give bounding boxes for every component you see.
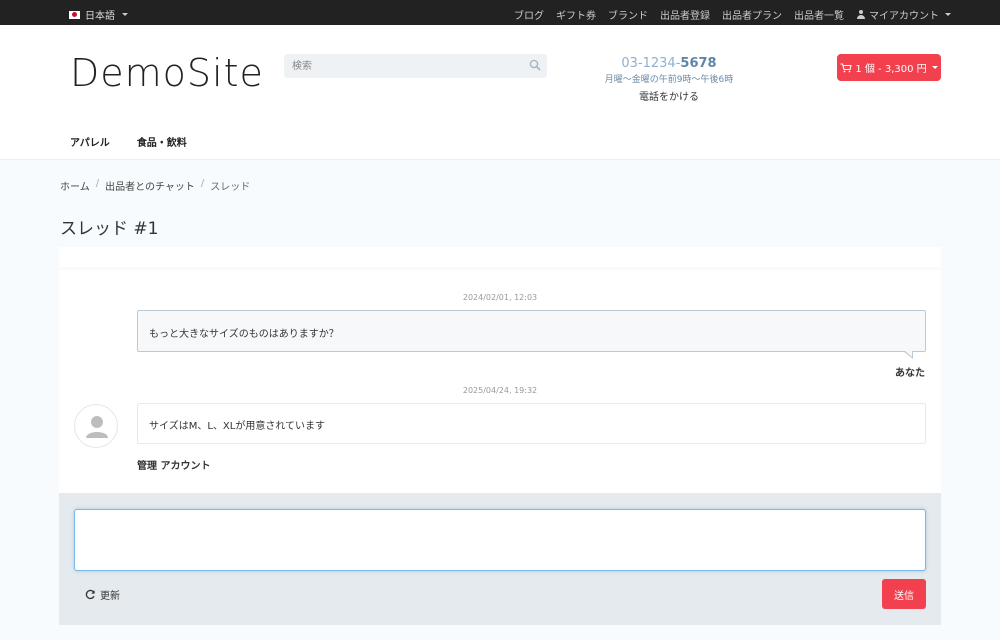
message-input[interactable]: [74, 509, 926, 571]
search-box: [284, 54, 547, 78]
message-timestamp: 2025/04/24, 19:32: [462, 386, 538, 395]
refresh-label: 更新: [100, 591, 120, 602]
cart-icon: [840, 62, 853, 72]
default-user-avatar-icon: [86, 416, 108, 438]
nav-item-apparel[interactable]: アパレル: [70, 134, 110, 149]
breadcrumb: ホーム / 出品者とのチャット / スレッド: [60, 178, 250, 193]
bubble-tail: [903, 350, 913, 359]
top-bar: 日本語 ブログ ギフト券 ブランド 出品者登録 出品者プラン 出品者一覧 マイア…: [0, 0, 1000, 25]
chevron-down-icon: [122, 13, 128, 16]
avatar: [74, 404, 118, 448]
call-link[interactable]: 電話をかける: [596, 88, 742, 103]
my-account-menu[interactable]: マイアカウント: [857, 7, 951, 22]
search-icon[interactable]: [529, 59, 541, 71]
site-header: DemoSite 03-1234-5678 月曜〜金曜の午前9時〜午後6時 電話…: [0, 25, 1000, 160]
top-link-seller-register[interactable]: 出品者登録: [660, 7, 710, 22]
breadcrumb-home[interactable]: ホーム: [60, 178, 90, 193]
message-author: あなた: [895, 368, 925, 379]
site-logo[interactable]: DemoSite: [70, 51, 264, 95]
cart-label: 1 個 - 3,300 円: [855, 64, 927, 75]
language-label: 日本語: [85, 11, 115, 22]
top-links: ブログ ギフト券 ブランド 出品者登録 出品者プラン 出品者一覧: [514, 7, 844, 22]
chevron-down-icon: [931, 66, 938, 69]
breadcrumb-seller-chat[interactable]: 出品者とのチャット: [105, 178, 195, 193]
refresh-button[interactable]: 更新: [85, 587, 120, 602]
search-input[interactable]: [284, 54, 514, 78]
breadcrumb-separator: /: [200, 178, 205, 189]
account-label: マイアカウント: [869, 11, 939, 22]
top-link-seller-plans[interactable]: 出品者プラン: [722, 7, 782, 22]
language-selector[interactable]: 日本語: [69, 7, 128, 22]
compose-area: 更新 送信: [59, 493, 941, 625]
chevron-down-icon: [945, 13, 951, 16]
user-icon: [857, 10, 865, 19]
phone-number[interactable]: 03-1234-5678: [596, 56, 742, 71]
business-hours: 月曜〜金曜の午前9時〜午後6時: [604, 75, 734, 85]
top-link-seller-list[interactable]: 出品者一覧: [794, 7, 844, 22]
cart-button[interactable]: 1 個 - 3,300 円: [837, 54, 941, 81]
message-text: もっと大きなサイズのものはありますか？: [149, 329, 339, 340]
message-bubble-other: サイズはM、L、XLが用意されています: [137, 403, 926, 444]
message-bubble-own: もっと大きなサイズのものはありますか？: [137, 310, 926, 359]
top-link-brands[interactable]: ブランド: [608, 7, 648, 22]
thread-panel-header: [59, 247, 941, 267]
top-link-gift-card[interactable]: ギフト券: [556, 7, 596, 22]
send-button[interactable]: 送信: [882, 579, 926, 609]
message-timestamp: 2024/02/01, 12:03: [462, 293, 538, 302]
page-title: スレッド #1: [60, 219, 159, 239]
message-author: 管理 アカウント: [137, 461, 211, 472]
message-text: サイズはM、L、XLが用意されています: [149, 421, 326, 432]
refresh-icon: [85, 589, 95, 600]
breadcrumb-separator: /: [95, 178, 100, 189]
nav-item-food-drink[interactable]: 食品・飲料: [137, 134, 187, 149]
phone-contact: 03-1234-5678 月曜〜金曜の午前9時〜午後6時 電話をかける: [596, 56, 742, 103]
top-link-blog[interactable]: ブログ: [514, 7, 544, 22]
japan-flag-icon: [69, 10, 80, 19]
breadcrumb-current: スレッド: [210, 182, 251, 193]
main-nav: アパレル 食品・飲料: [70, 134, 187, 149]
